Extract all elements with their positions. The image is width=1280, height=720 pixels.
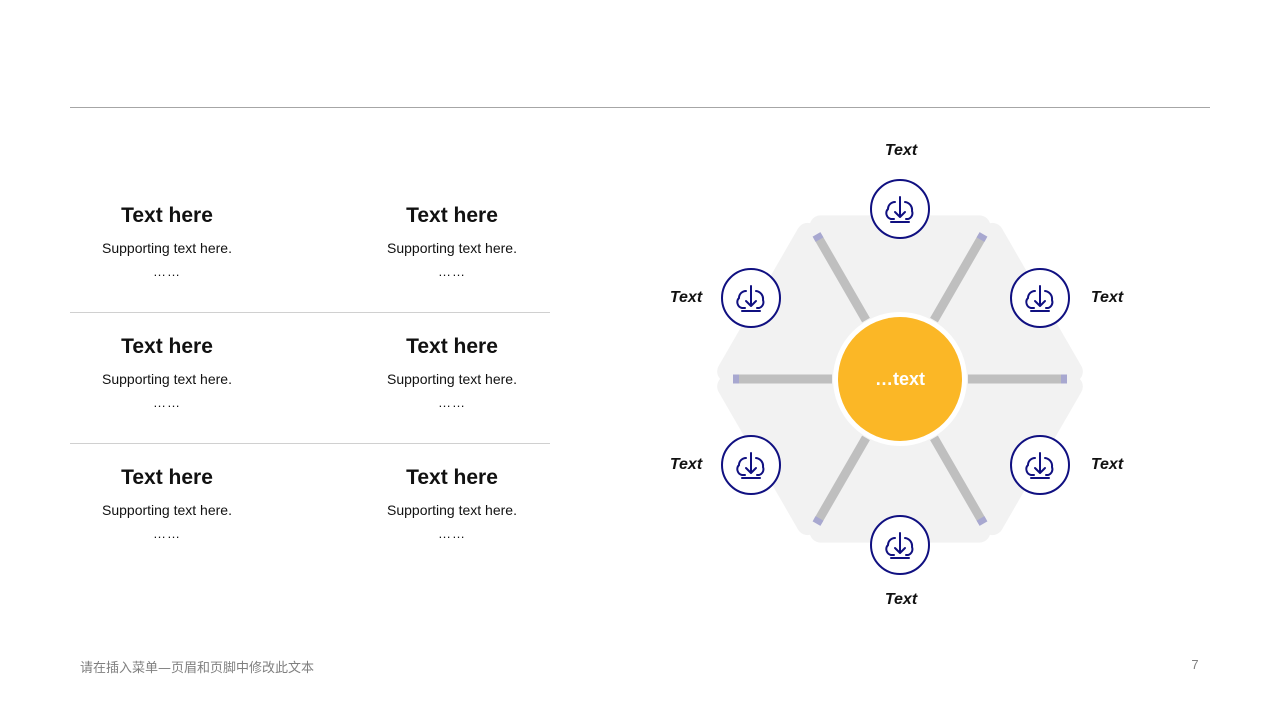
hexagon-diagram: …text Text Text Text Text Text Text (640, 120, 1160, 640)
spoke-upper-left-tip (812, 232, 824, 242)
spoke-lower-left-tip (812, 516, 824, 526)
feature-ellipsis: …… (153, 264, 181, 279)
feature-title: Text here (121, 204, 213, 227)
node-label-upper-left: Text (669, 289, 703, 306)
feature-row-1: Text here Supporting text here. …… Text … (70, 182, 550, 313)
feature-ellipsis: …… (438, 526, 466, 541)
feature-body: Supporting text here. (387, 371, 517, 387)
feature-row-3: Text here Supporting text here. …… Text … (70, 444, 550, 575)
feature-title: Text here (406, 335, 498, 358)
spoke-lower-right-tip (976, 516, 988, 526)
feature-title: Text here (406, 466, 498, 489)
feature-body: Supporting text here. (387, 240, 517, 256)
feature-ellipsis: …… (153, 395, 181, 410)
node-label-bottom: Text (884, 591, 918, 608)
feature-body: Supporting text here. (102, 240, 232, 256)
top-rule (70, 107, 1210, 108)
feature-ellipsis: …… (153, 526, 181, 541)
node-label-top: Text (884, 142, 918, 159)
feature-body: Supporting text here. (102, 502, 232, 518)
feature-ellipsis: …… (438, 395, 466, 410)
node-label-lower-right: Text (1090, 456, 1124, 473)
feature-card-3: Text here Supporting text here. …… (47, 313, 287, 411)
feature-title: Text here (121, 466, 213, 489)
feature-title: Text here (121, 335, 213, 358)
feature-title: Text here (406, 204, 498, 227)
feature-body: Supporting text here. (102, 371, 232, 387)
feature-ellipsis: …… (438, 264, 466, 279)
feature-card-1: Text here Supporting text here. …… (47, 182, 287, 280)
feature-grid: Text here Supporting text here. …… Text … (70, 182, 550, 575)
feature-card-5: Text here Supporting text here. …… (47, 444, 287, 542)
node-label-upper-right: Text (1090, 289, 1124, 306)
center-label: …text (874, 369, 925, 389)
feature-row-2: Text here Supporting text here. …… Text … (70, 313, 550, 444)
footer-text: 请在插入菜单—页眉和页脚中修改此文本 (80, 661, 315, 676)
node-label-lower-left: Text (669, 456, 703, 473)
feature-card-4: Text here Supporting text here. …… (332, 313, 572, 411)
spoke-upper-right-tip (976, 232, 988, 242)
feature-body: Supporting text here. (387, 502, 517, 518)
feature-card-6: Text here Supporting text here. …… (332, 444, 572, 542)
page-number: 7 (1191, 657, 1199, 672)
feature-card-2: Text here Supporting text here. …… (332, 182, 572, 280)
